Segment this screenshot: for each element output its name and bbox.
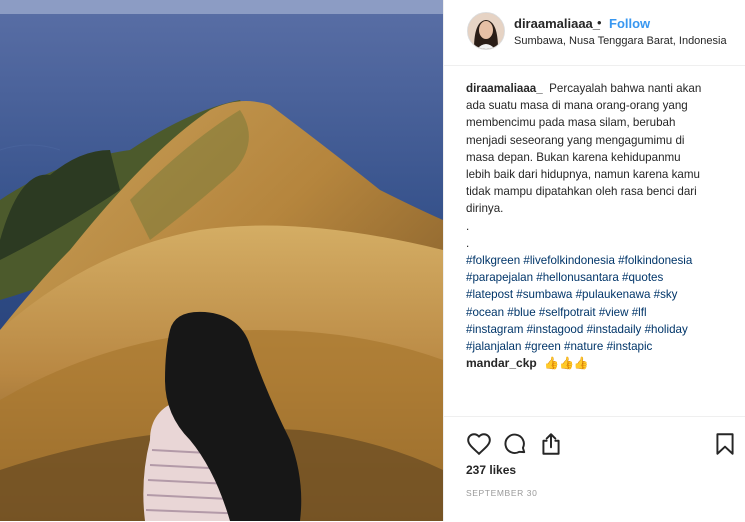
bookmark-icon[interactable] — [712, 431, 738, 457]
hashtag-link[interactable]: #sumbawa — [516, 288, 572, 301]
hashtag-list: #folkgreen #livefolkindonesia #folkindon… — [466, 252, 736, 355]
hashtag-link[interactable]: #livefolkindonesia — [523, 254, 615, 267]
post-photo[interactable] — [0, 0, 443, 521]
post-location[interactable]: Sumbawa, Nusa Tenggara Barat, Indonesia — [514, 35, 727, 47]
hashtag-link[interactable]: #pulaukenawa — [576, 288, 651, 301]
caption-line: dirinya. — [466, 202, 504, 216]
post-username[interactable]: diraamaliaaa_ — [514, 16, 600, 31]
hashtag-link[interactable]: #selfpotrait — [539, 306, 596, 319]
hashtag-link[interactable]: #instadaily — [587, 323, 642, 336]
caption-line: ada suatu masa di mana orang-orang yang — [466, 99, 688, 113]
hashtag-link[interactable]: #parapejalan — [466, 271, 533, 284]
hashtag-link[interactable]: #instapic — [607, 340, 653, 353]
photo-landscape — [0, 0, 443, 521]
comment-icon[interactable] — [502, 431, 528, 457]
caption-line: Percayalah bahwa nanti akan — [549, 82, 702, 95]
hashtag-link[interactable]: #instagood — [527, 323, 584, 336]
hashtag-link[interactable]: #hellonusantara — [536, 271, 619, 284]
share-icon[interactable] — [538, 431, 564, 457]
caption-line: menjadi seseorang yang mengagumimu di — [466, 133, 685, 147]
hashtag-link[interactable]: #ocean — [466, 306, 504, 319]
caption-line: masa depan. Bukan karena kehidupanmu — [466, 150, 681, 164]
caption-line: membencimu pada masa silam, berubah — [466, 116, 676, 130]
hashtag-link[interactable]: #folkindonesia — [618, 254, 692, 267]
hashtag-link[interactable]: #green — [525, 340, 561, 353]
hashtag-link[interactable]: #jalanjalan — [466, 340, 521, 353]
caption-dot: . — [466, 219, 470, 233]
hashtag-line: #ocean #blue #selfpotrait #view #lfl — [466, 304, 736, 321]
hashtag-link[interactable]: #latepost — [466, 288, 513, 301]
hashtag-line: #instagram #instagood #instadaily #holid… — [466, 321, 736, 338]
hashtag-link[interactable]: #view — [599, 306, 629, 319]
hashtag-line: #latepost #sumbawa #pulaukenawa #sky — [466, 286, 736, 303]
hashtag-link[interactable]: #nature — [564, 340, 603, 353]
heart-icon[interactable] — [466, 431, 492, 457]
hashtag-line: #folkgreen #livefolkindonesia #folkindon… — [466, 252, 736, 269]
hashtag-link[interactable]: #instagram — [466, 323, 523, 336]
post-date[interactable]: SEPTEMBER 30 — [466, 488, 537, 498]
post-caption: diraamaliaaa_ Percayalah bahwa nanti aka… — [466, 80, 736, 355]
hashtag-link[interactable]: #lfl — [632, 306, 647, 319]
hashtag-link[interactable]: #folkgreen — [466, 254, 520, 267]
caption-username[interactable]: diraamaliaaa_ — [466, 82, 543, 95]
post-header: diraamaliaaa_ • Follow Sumbawa, Nusa Ten… — [444, 0, 745, 66]
comment-text: 👍👍👍 — [544, 356, 589, 370]
hashtag-link[interactable]: #holiday — [645, 323, 688, 336]
caption-line: tidak mampu dipatahkan oleh rasa benci d… — [466, 185, 697, 199]
hashtag-line: #jalanjalan #green #nature #instapic — [466, 338, 736, 355]
action-bar: 237 likes SEPTEMBER 30 — [444, 416, 745, 522]
comment-username[interactable]: mandar_ckp — [466, 356, 537, 370]
avatar[interactable] — [467, 12, 505, 50]
caption-dot: . — [466, 236, 470, 250]
likes-count[interactable]: 237 likes — [466, 463, 516, 477]
hashtag-link[interactable]: #blue — [507, 306, 535, 319]
hashtag-link[interactable]: #quotes — [622, 271, 663, 284]
follow-button[interactable]: Follow — [609, 16, 650, 31]
hashtag-link[interactable]: #sky — [654, 288, 678, 301]
hashtag-line: #parapejalan #hellonusantara #quotes — [466, 269, 736, 286]
caption-line: lebih baik dari hidupnya, namun karena k… — [466, 168, 700, 182]
separator-dot: • — [597, 15, 602, 30]
post-panel: diraamaliaaa_ • Follow Sumbawa, Nusa Ten… — [443, 0, 745, 521]
comment-row: mandar_ckp 👍👍👍 — [466, 356, 589, 370]
